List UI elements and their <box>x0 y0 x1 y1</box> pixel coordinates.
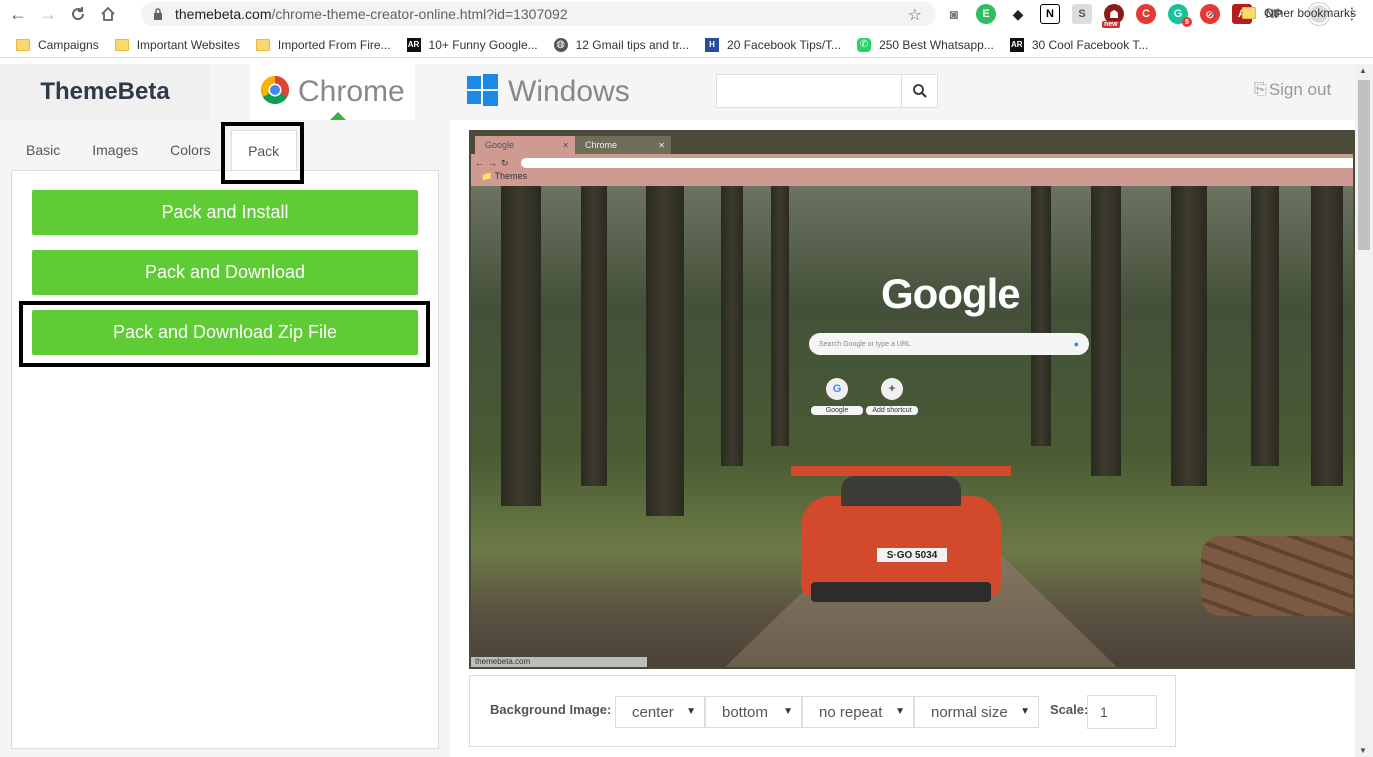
grammarly-icon[interactable]: G9 <box>1168 4 1192 27</box>
bg-position-x-select[interactable]: center ▼ <box>615 696 705 728</box>
folder-icon <box>16 38 30 52</box>
home-icon[interactable] <box>96 2 120 26</box>
back-icon[interactable]: ← <box>6 2 30 26</box>
reload-icon[interactable] <box>66 2 90 26</box>
theme-preview: Google ✕ Chrome ✕ ←→↻ 📁 Themes Google Sear… <box>469 130 1355 669</box>
preview-google-logo: Google <box>881 270 1021 317</box>
sign-out-link[interactable]: ⎘ Sign out <box>1254 80 1331 100</box>
bg-repeat-select[interactable]: no repeat ▼ <box>802 696 914 728</box>
ar-icon: AR <box>1009 37 1024 52</box>
scroll-up-icon[interactable]: ▲ <box>1359 66 1367 75</box>
preview-tab-google: Google ✕ <box>475 136 575 154</box>
pack-and-install-button[interactable]: Pack and Install <box>32 190 418 235</box>
preview-bookmark: 📁 Themes <box>481 171 528 181</box>
highlight-box-zip-button <box>19 301 430 367</box>
bookmarks-bar: Campaigns Important Websites Imported Fr… <box>0 32 1373 58</box>
page-scrollbar[interactable]: ▲ ▼ <box>1355 64 1373 757</box>
address-bar[interactable]: themebeta.com/chrome-theme-creator-onlin… <box>141 2 936 26</box>
preview-shortcut-add: + Add shortcut <box>866 378 918 415</box>
c-extension-icon[interactable]: C <box>1136 4 1156 24</box>
folder-icon <box>255 38 270 52</box>
bg-size-select[interactable]: normal size ▼ <box>914 696 1039 728</box>
folder-icon <box>1242 7 1256 19</box>
bg-position-y-select[interactable]: bottom ▼ <box>705 696 802 728</box>
close-icon: ✕ <box>562 140 569 150</box>
preview-omnibox <box>521 158 1353 168</box>
bookmark-item[interactable]: ✆ 250 Best Whatsapp... <box>857 37 994 52</box>
dropdown-arrow-icon: ▼ <box>1020 706 1030 717</box>
ar-icon: AR <box>406 37 421 52</box>
url-text: themebeta.com/chrome-theme-creator-onlin… <box>175 6 568 22</box>
evernote-icon[interactable]: E <box>976 4 996 24</box>
site-logo[interactable]: ThemeBeta <box>0 64 210 120</box>
search-icon[interactable] <box>901 75 937 107</box>
tab-images[interactable]: Images <box>76 130 154 170</box>
chrome-logo-icon <box>260 75 290 110</box>
h-icon: H <box>705 37 720 52</box>
s-extension-icon[interactable]: S <box>1072 4 1092 24</box>
preview-tab-chrome: Chrome ✕ <box>575 136 671 154</box>
preview-toolbar: ←→↻ 📁 Themes <box>471 154 1353 186</box>
forward-icon[interactable]: → <box>36 2 60 26</box>
preview-tabbar: Google ✕ Chrome ✕ <box>471 132 1353 154</box>
scale-input[interactable]: 1 <box>1087 695 1157 729</box>
dropdown-arrow-icon: ▼ <box>686 706 696 717</box>
highlight-box-pack-tab <box>221 122 304 184</box>
bookmark-item[interactable]: Important Websites <box>114 38 240 52</box>
active-tab-caret <box>330 112 346 120</box>
site-header: ThemeBeta Chrome Windows ⎘ Sign out <box>0 64 1355 120</box>
bookmark-item[interactable]: AR 10+ Funny Google... <box>406 37 538 52</box>
nav-tab-chrome[interactable]: Chrome <box>250 64 415 120</box>
tab-basic[interactable]: Basic <box>10 130 76 170</box>
close-icon: ✕ <box>658 140 665 150</box>
folder-icon: 📁 <box>481 171 493 181</box>
bookmarks-overflow-icon[interactable]: » <box>1210 6 1217 20</box>
bookmark-item[interactable]: AR 30 Cool Facebook T... <box>1009 37 1148 52</box>
site-search <box>716 74 938 108</box>
dropdown-arrow-icon: ▼ <box>783 706 793 717</box>
tab-colors[interactable]: Colors <box>154 130 226 170</box>
preview-search-box: Search Google or type a URL ● <box>809 333 1089 355</box>
mic-icon: ● <box>1073 339 1079 349</box>
license-plate: S·GO 5034 <box>877 548 947 562</box>
new-extension-icon[interactable]: ☗ new <box>1102 4 1124 28</box>
globe-icon: ◍ <box>553 37 568 52</box>
log-pile <box>1201 536 1353 616</box>
preview-status-bar: themebeta.com <box>471 657 647 667</box>
dropdown-arrow-icon: ▼ <box>895 706 905 717</box>
sign-out-icon: ⎘ <box>1254 81 1267 98</box>
plus-icon: + <box>881 378 903 400</box>
windows-logo-icon <box>466 73 498 111</box>
pack-panel: Pack and Install Pack and Download Pack … <box>11 170 439 749</box>
layers-icon[interactable]: ◆ <box>1008 4 1028 24</box>
nav-tab-windows[interactable]: Windows <box>466 64 630 120</box>
background-image-options: Background Image: center ▼ bottom ▼ no rep… <box>469 675 1176 747</box>
preview-nav-icons: ←→↻ <box>475 158 513 168</box>
whatsapp-icon: ✆ <box>857 37 872 52</box>
scale-label: Scale: <box>1050 702 1089 717</box>
bookmark-star-icon[interactable]: ☆ <box>908 5 922 25</box>
google-g-icon: G <box>826 378 848 400</box>
scroll-thumb[interactable] <box>1358 80 1370 250</box>
lock-icon <box>151 7 165 21</box>
editor-panel: Basic Images Colors Pack Pack and Instal… <box>0 120 450 757</box>
camera-icon[interactable]: ◙ <box>944 4 964 24</box>
bookmark-item[interactable]: Campaigns <box>16 38 99 52</box>
folder-icon <box>114 38 129 52</box>
preview-shortcut-google: G Google <box>811 378 863 415</box>
preview-background-image: Google Search Google or type a URL ● G G… <box>471 186 1353 667</box>
pack-and-download-button[interactable]: Pack and Download <box>32 250 418 295</box>
scroll-down-icon[interactable]: ▼ <box>1359 746 1367 755</box>
preview-car: S·GO 5034 <box>791 466 1011 616</box>
bookmark-item[interactable]: Imported From Fire... <box>255 38 391 52</box>
site-search-input[interactable] <box>717 75 901 107</box>
notion-icon[interactable]: N <box>1040 4 1060 24</box>
other-bookmarks[interactable]: Other bookmarks <box>1242 6 1356 20</box>
background-image-label: Background Image: <box>490 702 612 717</box>
bookmark-item[interactable]: H 20 Facebook Tips/T... <box>705 37 841 52</box>
bookmark-item[interactable]: ◍ 12 Gmail tips and tr... <box>553 37 689 52</box>
